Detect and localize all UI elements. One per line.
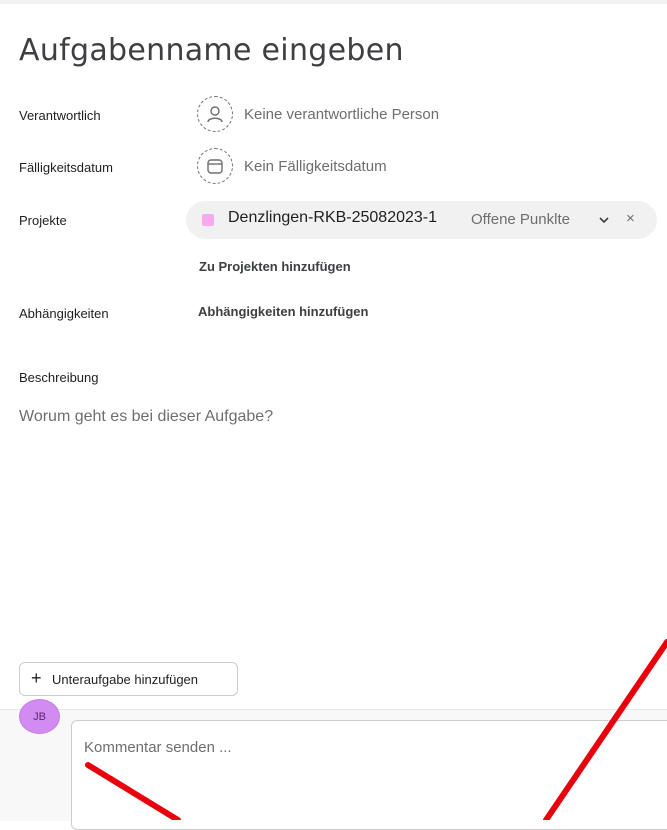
project-section-select[interactable]: Offene Punklte <box>471 211 570 228</box>
dependencies-label: Abhängigkeiten <box>19 306 109 321</box>
description-label: Beschreibung <box>19 370 99 385</box>
plus-icon: + <box>31 668 42 688</box>
avatar[interactable]: JB <box>19 699 60 734</box>
chevron-down-icon[interactable] <box>598 214 610 226</box>
add-subtask-label: Unteraufgabe hinzufügen <box>52 672 199 687</box>
top-border <box>0 0 667 4</box>
assignee-label: Verantwortlich <box>19 108 101 123</box>
add-dependencies-link[interactable]: Abhängigkeiten hinzufügen <box>198 304 368 319</box>
description-input[interactable]: Worum geht es bei dieser Aufgabe? <box>19 408 273 426</box>
remove-project-button[interactable]: × <box>626 210 635 227</box>
comment-input[interactable]: Kommentar senden ... <box>71 720 667 830</box>
person-icon[interactable] <box>197 96 233 132</box>
calendar-icon[interactable] <box>197 148 233 184</box>
comment-placeholder: Kommentar senden ... <box>84 739 232 756</box>
task-title-input[interactable]: Aufgabenname eingeben <box>19 33 404 68</box>
assignee-value[interactable]: Keine verantwortliche Person <box>244 106 439 123</box>
projects-label: Projekte <box>19 213 67 228</box>
project-color-swatch <box>202 214 214 226</box>
add-subtask-button[interactable]: + Unteraufgabe hinzufügen <box>19 662 238 696</box>
add-to-projects-link[interactable]: Zu Projekten hinzufügen <box>199 259 351 274</box>
project-pill[interactable]: Denzlingen-RKB-25082023-1 Offene Punklte… <box>186 201 657 239</box>
due-date-value[interactable]: Kein Fälligkeitsdatum <box>244 158 387 175</box>
project-name[interactable]: Denzlingen-RKB-25082023-1 <box>228 209 437 227</box>
due-date-label: Fälligkeitsdatum <box>19 160 113 175</box>
